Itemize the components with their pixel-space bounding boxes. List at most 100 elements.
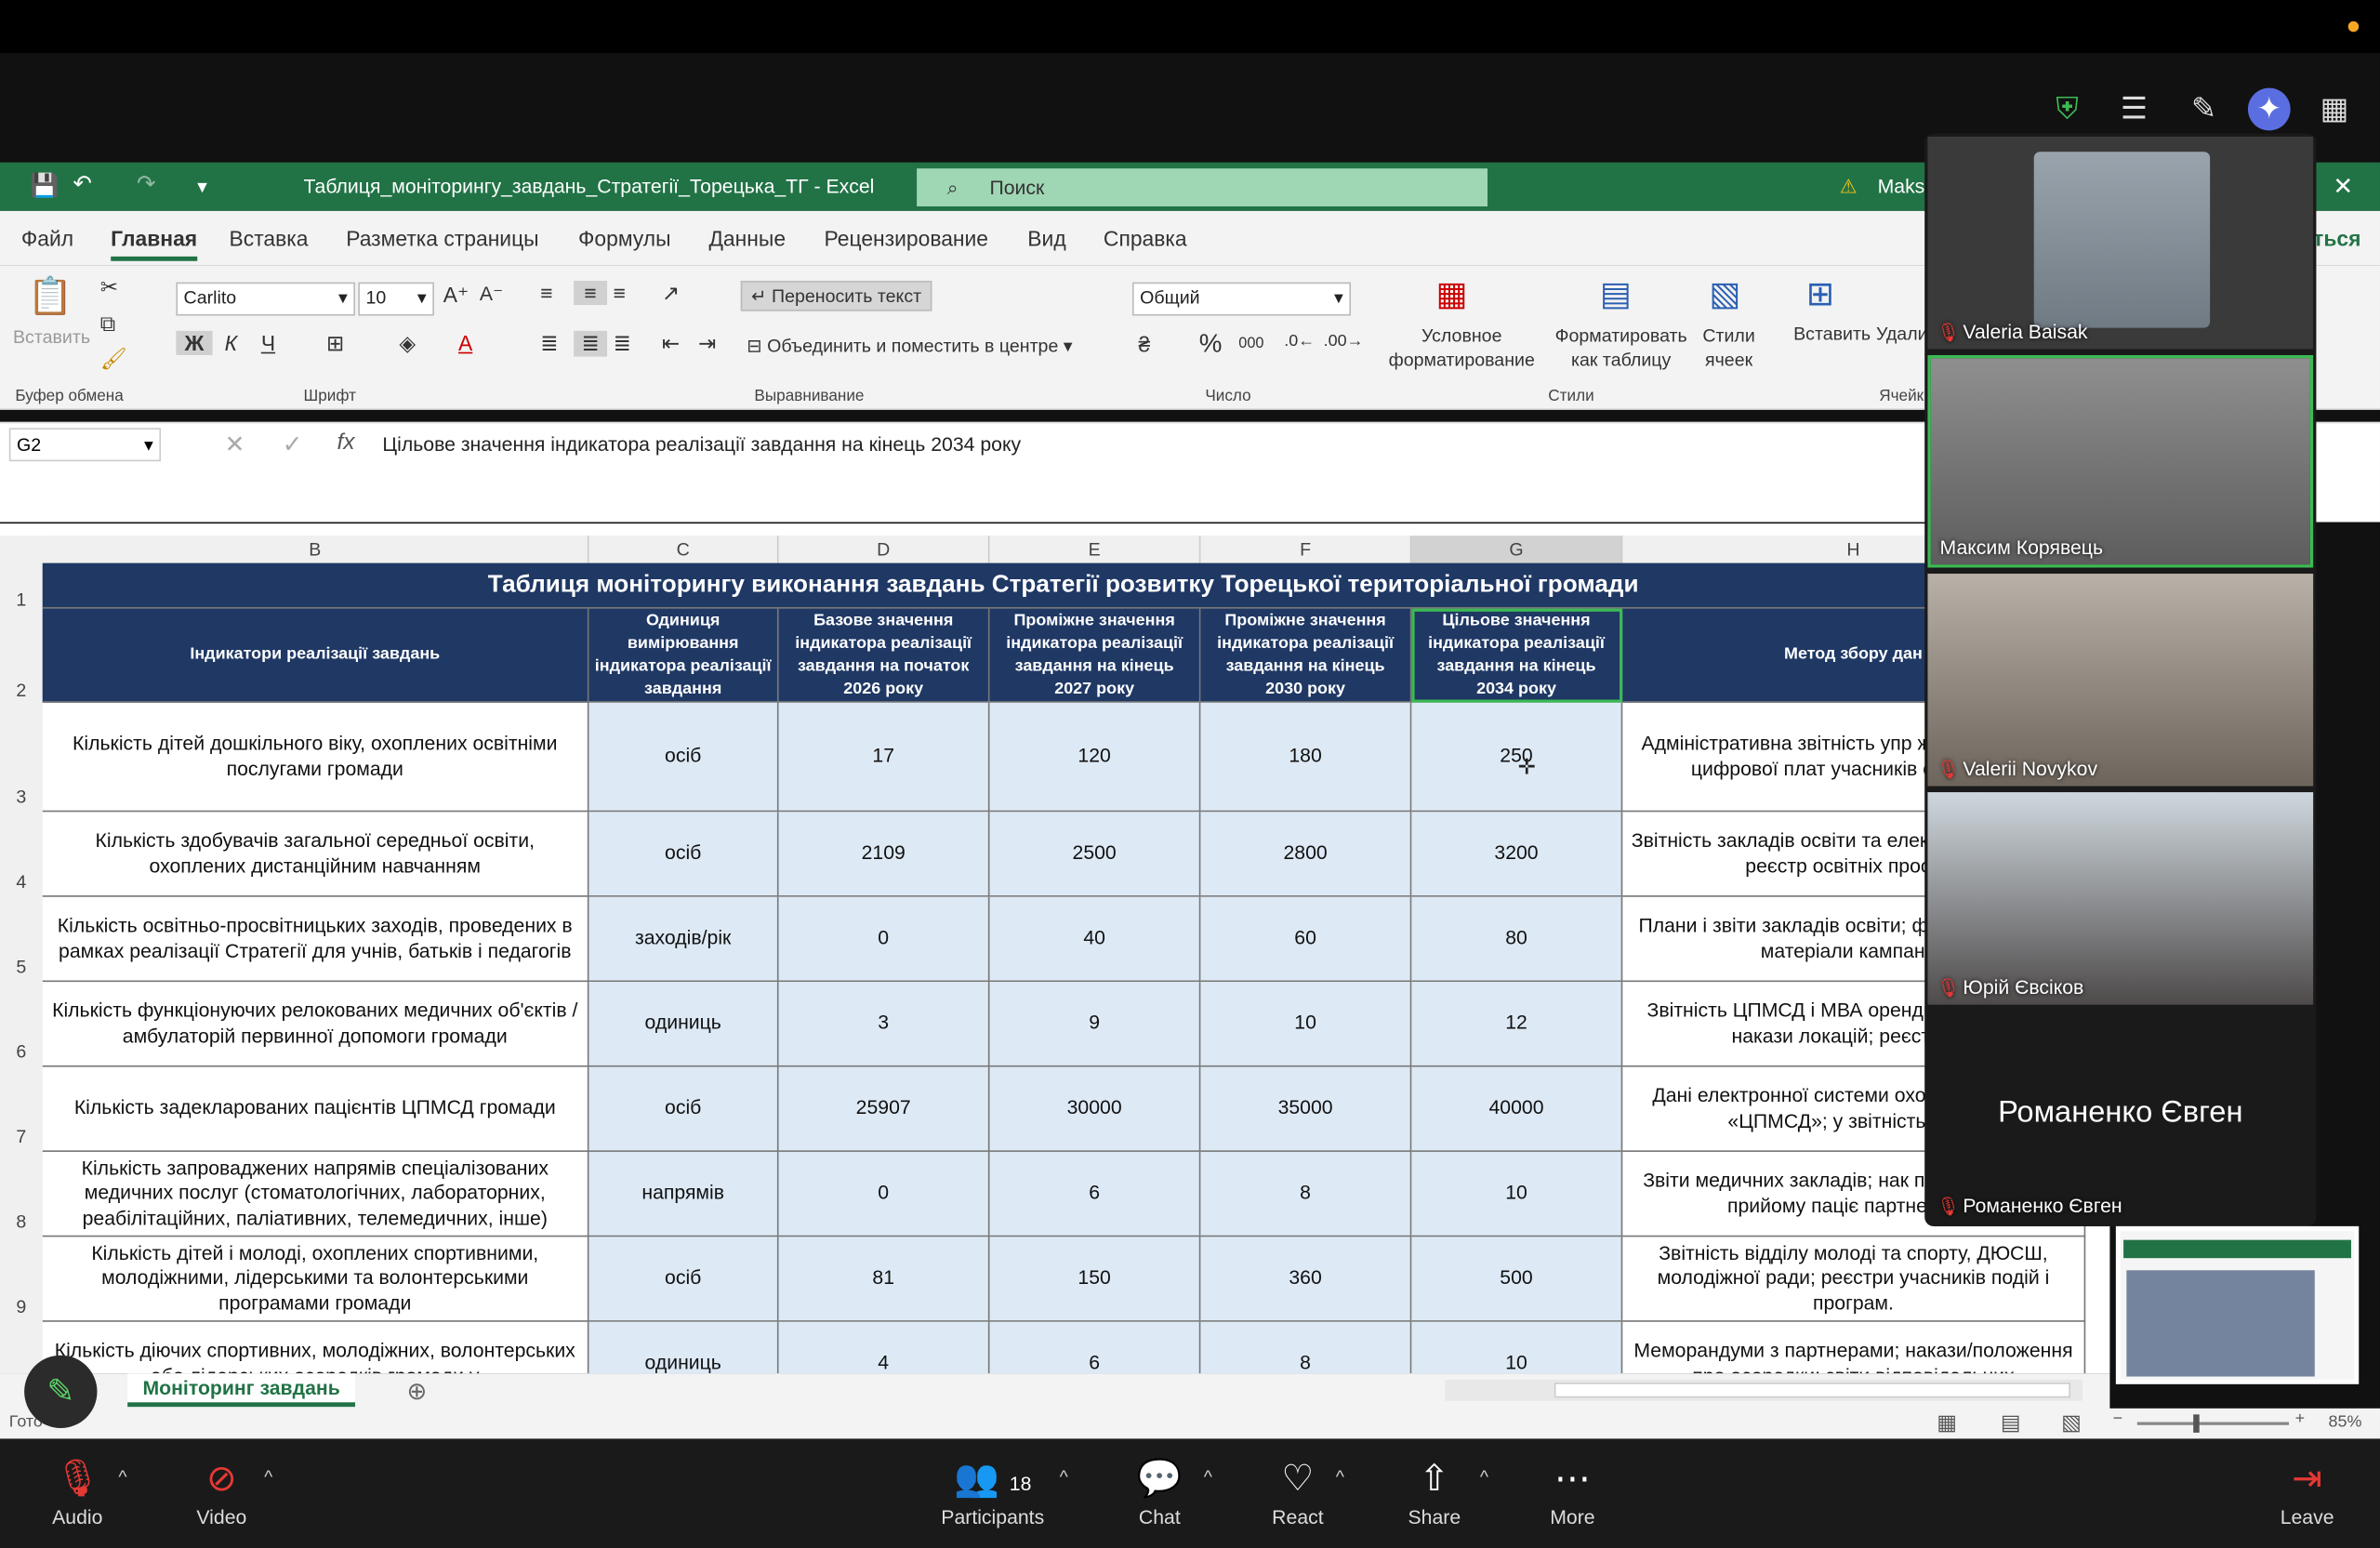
table-cell-f[interactable]: 8 [1200,1321,1412,1374]
table-cell-h[interactable]: Звітність відділу молоді та спорту, ДЮСШ… [1622,1237,2086,1322]
table-cell-e[interactable]: 40 [989,896,1201,983]
cell-styles-icon[interactable]: ▧ [1709,274,1740,313]
close-icon[interactable]: ✕ [2333,171,2353,202]
table-cell-c[interactable]: одиниць [588,982,779,1067]
header-unit[interactable]: Одиниця вимірювання індикатора реалізаці… [588,608,779,703]
search-input[interactable]: ⌕ Поиск [917,168,1488,206]
table-cell-e[interactable]: 30000 [989,1066,1201,1152]
table-cell-d[interactable]: 0 [778,896,990,983]
underline-button[interactable]: Ч [261,331,275,355]
row-header[interactable]: 2 [0,608,43,703]
table-cell-f[interactable]: 360 [1200,1237,1412,1322]
tab-review[interactable]: Рецензирование [825,226,989,250]
table-cell-f[interactable]: 35000 [1200,1066,1412,1152]
normal-view-icon[interactable]: ▦ [1937,1409,1957,1436]
table-cell-f[interactable]: 60 [1200,896,1412,983]
grow-font-icon[interactable]: A⁺ [443,283,469,309]
header-target-2034-selected[interactable]: Цільове значення індикатора реалізації з… [1411,608,1623,703]
fill-color-icon[interactable]: ◈ [399,331,416,357]
table-cell-b[interactable]: Кількість запроваджених напрямів спеціал… [42,1151,589,1237]
tab-file[interactable]: Файл [21,226,73,250]
table-cell-d[interactable]: 17 [778,702,990,813]
font-name-select[interactable]: Carlito ▾ [176,282,356,316]
table-cell-g[interactable]: 80 [1411,896,1623,983]
table-cell-h[interactable]: Меморандуми з партнерами; накази/положен… [1622,1321,2086,1374]
cell-styles-button[interactable]: Стили ячеек [1694,324,1764,372]
table-cell-d[interactable]: 81 [778,1237,990,1322]
formula-input[interactable]: Цільове значення індикатора реалізації з… [382,432,1021,455]
table-cell-e[interactable]: 6 [989,1151,1201,1237]
borders-icon[interactable]: ⊞ [326,331,344,357]
zoom-out-icon[interactable]: − [2113,1409,2123,1428]
insert-cells-button[interactable]: Вставить [1792,324,1873,345]
audio-options-chevron-icon[interactable]: ^ [118,1466,126,1488]
tab-insert[interactable]: Вставка [230,226,309,250]
table-cell-c[interactable]: напрямів [588,1151,779,1237]
apps-icon[interactable]: ▦ [2313,88,2356,131]
percent-icon[interactable]: % [1199,329,1223,360]
insert-cells-icon[interactable]: ⊞ [1806,274,1834,313]
align-right-icon[interactable]: ≣ [614,331,631,357]
conditional-format-button[interactable]: Условное форматирование [1372,324,1552,372]
horizontal-scrollbar[interactable] [1445,1379,2082,1401]
participant-tile[interactable]: 🎙 Valerii Novykov [1927,574,2314,787]
zoom-in-icon[interactable]: + [2295,1409,2306,1428]
header-indicators[interactable]: Індикатори реалізації завдань [42,608,589,703]
page-break-view-icon[interactable]: ▧ [2061,1409,2082,1436]
participants-options-chevron-icon[interactable]: ^ [1060,1466,1068,1488]
decrease-decimal-icon[interactable]: .00→ [1324,332,1364,351]
participant-tile[interactable]: 🎙 Юрій Євсіков [1927,792,2314,1005]
format-as-table-button[interactable]: Форматировать как таблицу [1545,324,1697,372]
col-header-c[interactable]: C [588,536,779,563]
tab-formulas[interactable]: Формулы [578,226,670,250]
table-cell-c[interactable]: осіб [588,1066,779,1152]
cut-icon[interactable]: ✂ [100,274,118,300]
sheet-title[interactable]: Таблиця моніторингу виконання завдань Ст… [42,562,2086,609]
table-cell-d[interactable]: 4 [778,1321,990,1374]
participant-tile-active-speaker[interactable]: Максим Корявець [1927,354,2314,568]
align-top-icon[interactable]: ≡ [540,281,552,305]
table-cell-d[interactable]: 25907 [778,1066,990,1152]
col-header-g[interactable]: G [1411,536,1623,563]
delete-cells-button[interactable]: Удали [1876,324,1928,345]
react-options-chevron-icon[interactable]: ^ [1336,1466,1344,1488]
row-header[interactable]: 8 [0,1151,43,1237]
table-cell-c[interactable]: заходів/рік [588,896,779,983]
table-cell-b[interactable]: Кількість функціонуючих релокованих меди… [42,982,589,1067]
table-cell-f[interactable]: 8 [1200,1151,1412,1237]
currency-icon[interactable]: ₴ [1138,332,1150,356]
font-size-select[interactable]: 10 ▾ [358,282,434,316]
increase-indent-icon[interactable]: ⇥ [698,331,716,357]
chat-options-chevron-icon[interactable]: ^ [1204,1466,1212,1488]
table-cell-g[interactable]: 10 [1411,1321,1623,1374]
ai-companion-icon[interactable]: ✦ [2247,87,2291,131]
table-cell-d[interactable]: 0 [778,1151,990,1237]
wrap-text-button[interactable]: ↵ Переносить текст [740,280,932,311]
thousands-icon[interactable]: 000 [1238,336,1263,352]
font-color-icon[interactable]: A [458,331,472,355]
table-cell-e[interactable]: 6 [989,1321,1201,1374]
row-header[interactable]: 7 [0,1066,43,1152]
row-header[interactable]: 6 [0,982,43,1067]
table-cell-g[interactable]: 40000 [1411,1066,1623,1152]
table-cell-f[interactable]: 10 [1200,982,1412,1067]
orientation-icon[interactable]: ↗ [662,281,680,307]
leave-button[interactable]: ⇥ Leave [2254,1457,2360,1528]
table-cell-b[interactable]: Кількість дітей і молоді, охоплених спор… [42,1237,589,1322]
table-cell-b[interactable]: Кількість освітньо-просвітницьких заході… [42,896,589,983]
row-header[interactable]: 9 [0,1237,43,1322]
conditional-format-icon[interactable]: ▦ [1435,274,1467,313]
tab-data[interactable]: Данные [708,226,786,250]
share-screen-button[interactable]: ⇧ Share [1382,1457,1488,1528]
paste-icon[interactable]: 📋 [15,274,85,318]
shield-icon[interactable]: ⛨ [2046,88,2089,131]
header-interim-2027[interactable]: Проміжне значення індикатора реалізації … [989,608,1201,703]
share-button[interactable]: ться [2313,226,2360,250]
table-cell-e[interactable]: 9 [989,982,1201,1067]
row-header[interactable]: 3 [0,702,43,813]
pencil-icon[interactable]: ✎ [2183,88,2226,131]
video-button[interactable]: ⊘ Video [168,1457,274,1528]
zoom-level[interactable]: 85% [2328,1413,2361,1432]
table-cell-f[interactable]: 180 [1200,702,1412,813]
format-table-icon[interactable]: ▤ [1600,274,1632,313]
